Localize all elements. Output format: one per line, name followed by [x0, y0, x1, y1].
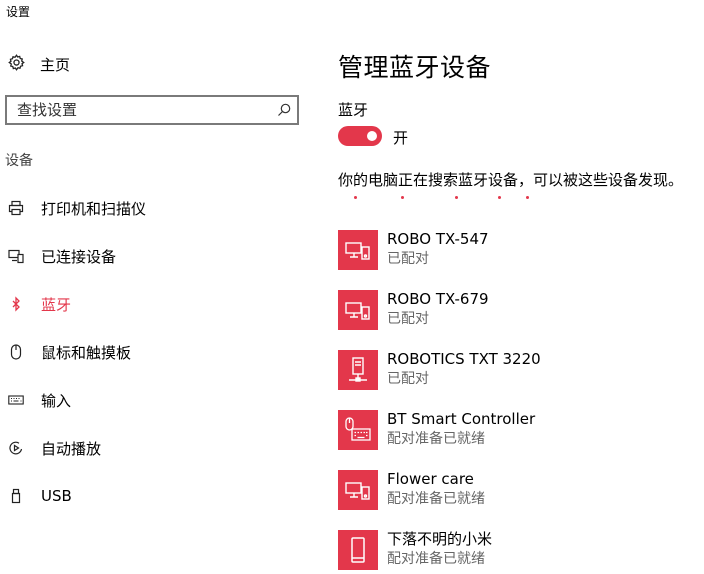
progress-dot: [455, 196, 458, 199]
sidebar-item-typing[interactable]: 输入: [8, 388, 71, 412]
gear-icon: [8, 53, 25, 75]
device-status: 已配对: [387, 371, 429, 387]
progress-dot: [354, 196, 357, 199]
pc-phone-icon: [338, 470, 378, 510]
autoplay-icon: [8, 440, 24, 456]
window-title: 设置: [6, 5, 31, 19]
search-input[interactable]: [7, 100, 269, 120]
device-name: ROBOTICS TXT 3220: [387, 350, 541, 368]
printer-icon: [8, 200, 24, 216]
pc-phone-icon: [338, 290, 378, 330]
pc-phone-icon: [338, 230, 378, 270]
phone-icon: [338, 530, 378, 570]
progress-dot: [401, 196, 404, 199]
bluetooth-label: 蓝牙: [338, 101, 369, 119]
network-device-icon: [338, 350, 378, 390]
device-name: ROBO TX-679: [387, 290, 489, 308]
search-box[interactable]: [5, 95, 299, 125]
device-item[interactable]: Flower care 配对准备已就绪: [338, 470, 485, 510]
page-title: 管理蓝牙设备: [338, 53, 492, 82]
discovery-description: 你的电脑正在搜索蓝牙设备，可以被这些设备发现。: [338, 171, 684, 189]
device-item[interactable]: ROBO TX-679 已配对: [338, 290, 489, 330]
connected-devices-icon: [8, 248, 24, 264]
device-status: 配对准备已就绪: [387, 431, 485, 447]
progress-dot: [526, 196, 529, 199]
device-item[interactable]: 下落不明的小米 配对准备已就绪: [338, 530, 492, 570]
sidebar-item-label: 已连接设备: [41, 247, 117, 266]
device-status: 配对准备已就绪: [387, 551, 485, 567]
nav-home[interactable]: 主页: [8, 52, 70, 76]
sidebar-item-bluetooth[interactable]: 蓝牙: [8, 292, 71, 316]
device-name: BT Smart Controller: [387, 410, 536, 428]
search-icon[interactable]: [277, 103, 291, 117]
sidebar-item-usb[interactable]: USB: [8, 484, 72, 508]
device-status: 配对准备已就绪: [387, 491, 485, 507]
device-name: 下落不明的小米: [387, 530, 493, 548]
mouse-icon: [8, 344, 24, 360]
bluetooth-icon: [8, 296, 24, 312]
sidebar-item-label: 鼠标和触摸板: [41, 343, 132, 362]
section-label: 设备: [5, 153, 33, 169]
device-status: 已配对: [387, 251, 429, 267]
device-item[interactable]: ROBOTICS TXT 3220 已配对: [338, 350, 541, 390]
sidebar-item-printers[interactable]: 打印机和扫描仪: [8, 196, 146, 220]
keyboard-icon: [8, 392, 24, 408]
nav-home-label: 主页: [40, 55, 71, 74]
sidebar-item-label: 输入: [41, 391, 72, 410]
device-status: 已配对: [387, 311, 429, 327]
usb-icon: [8, 488, 24, 504]
mouse-keyboard-icon: [338, 410, 378, 450]
sidebar-item-mouse[interactable]: 鼠标和触摸板: [8, 340, 131, 364]
sidebar-item-label: 打印机和扫描仪: [41, 199, 147, 218]
sidebar-item-label: USB: [41, 487, 72, 505]
sidebar-item-connected-devices[interactable]: 已连接设备: [8, 244, 116, 268]
progress-dot: [498, 196, 501, 199]
bluetooth-toggle[interactable]: [338, 126, 382, 146]
device-name: Flower care: [387, 470, 474, 488]
sidebar-item-label: 自动播放: [41, 439, 102, 458]
device-item[interactable]: BT Smart Controller 配对准备已就绪: [338, 410, 535, 450]
device-name: ROBO TX-547: [387, 230, 489, 248]
sidebar-item-label: 蓝牙: [41, 295, 72, 314]
sidebar-item-autoplay[interactable]: 自动播放: [8, 436, 101, 460]
device-item[interactable]: ROBO TX-547 已配对: [338, 230, 489, 270]
toggle-knob: [367, 131, 377, 141]
toggle-state-label: 开: [393, 129, 409, 147]
